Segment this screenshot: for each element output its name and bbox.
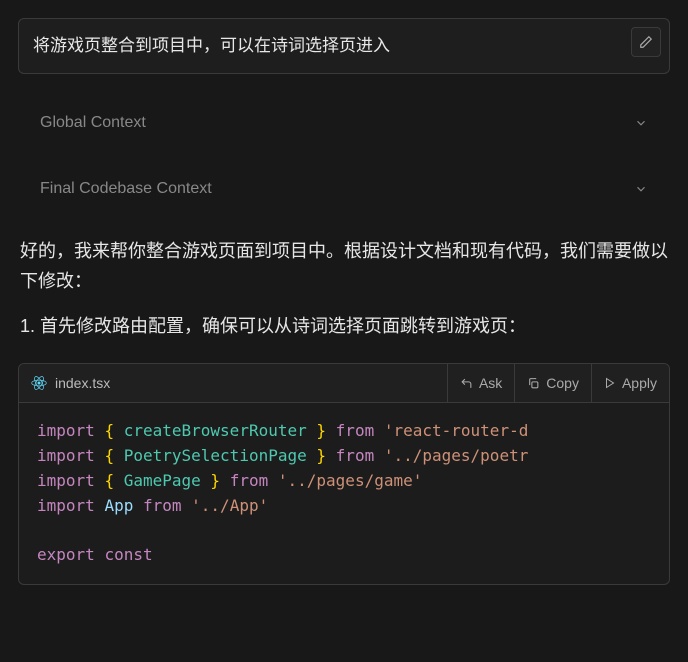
copy-button[interactable]: Copy [514,364,591,402]
section-title: Global Context [40,114,146,132]
response-paragraph: 1. 首先修改路由配置，确保可以从诗词选择页面跳转到游戏页： [20,311,668,342]
button-label: Ask [479,375,502,391]
code-block: index.tsx Ask Copy Apply import { create… [18,363,670,585]
code-filename[interactable]: index.tsx [19,375,447,391]
response-paragraph: 好的，我来帮你整合游戏页面到项目中。根据设计文档和现有代码，我们需要做以下修改： [20,236,668,297]
user-message-text: 将游戏页整合到项目中，可以在诗词选择页进入 [33,36,390,55]
code-content: import { createBrowserRouter } from 'rea… [19,403,669,584]
copy-icon [527,377,540,390]
code-header: index.tsx Ask Copy Apply [19,364,669,403]
ask-button[interactable]: Ask [447,364,514,402]
assistant-response: 好的，我来帮你整合游戏页面到项目中。根据设计文档和现有代码，我们需要做以下修改：… [18,236,670,342]
chevron-down-icon [634,182,648,196]
filename-text: index.tsx [55,375,110,391]
play-icon [604,377,616,389]
chevron-down-icon [634,116,648,130]
edit-message-button[interactable] [631,27,661,57]
button-label: Apply [622,375,657,391]
apply-button[interactable]: Apply [591,364,669,402]
pencil-icon [639,35,653,49]
global-context-section[interactable]: Global Context [36,104,652,142]
reply-icon [460,377,473,390]
section-title: Final Codebase Context [40,180,212,198]
user-message: 将游戏页整合到项目中，可以在诗词选择页进入 [18,18,670,74]
react-icon [31,375,47,391]
final-codebase-context-section[interactable]: Final Codebase Context [36,170,652,208]
button-label: Copy [546,375,579,391]
